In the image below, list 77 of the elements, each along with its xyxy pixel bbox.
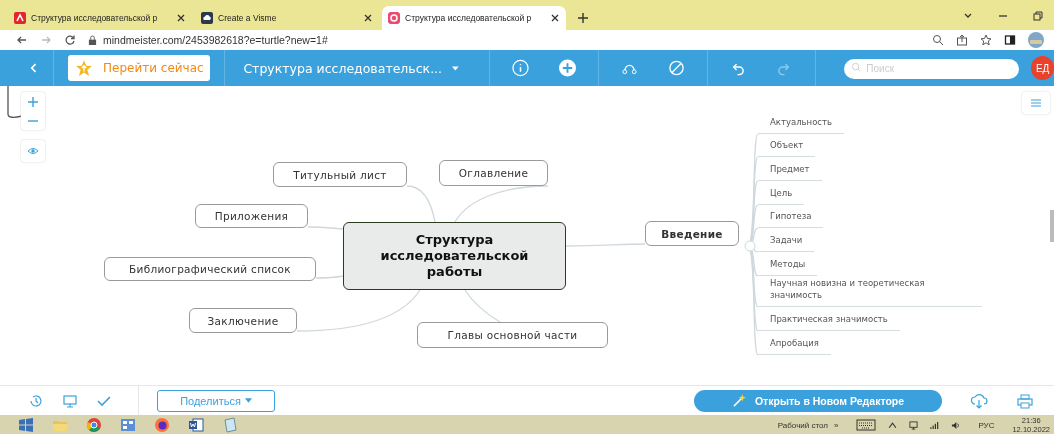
search-icon [851, 62, 863, 73]
ring-icon [388, 12, 400, 24]
connector-line [406, 185, 436, 223]
topic-node[interactable]: Введение [645, 221, 739, 246]
desktop-label[interactable]: Рабочий стол [777, 420, 828, 430]
browser-icon[interactable] [86, 417, 102, 433]
browser-tab[interactable]: Структура исследовательской р [8, 6, 192, 30]
subtopic[interactable]: Научная новизна и теоретическая значимость [758, 277, 982, 307]
browser-tab[interactable]: Create a Visme [195, 6, 379, 30]
document-app-icon[interactable] [188, 417, 204, 433]
fox-browser-icon[interactable] [154, 417, 170, 433]
printer-icon[interactable] [1016, 392, 1034, 409]
signal-bars-icon[interactable] [930, 420, 940, 430]
eye-icon [27, 145, 39, 157]
back-icon[interactable] [16, 34, 28, 46]
caret-icon[interactable] [452, 65, 459, 71]
new-tab-icon[interactable] [577, 12, 589, 24]
star-icon [75, 59, 94, 77]
subtopic[interactable]: Предмет [758, 163, 822, 181]
speaker-icon[interactable] [951, 420, 961, 430]
topic-node[interactable]: Библиографический список [104, 257, 316, 281]
user-avatar[interactable]: ЕД [1031, 56, 1054, 80]
share-icon[interactable] [956, 34, 968, 46]
caret-up-icon[interactable] [888, 420, 898, 430]
subtopic[interactable]: Практическая значимость [758, 313, 900, 331]
zoom-icon[interactable] [932, 34, 944, 46]
cloud-download-icon[interactable] [970, 392, 988, 409]
info-icon[interactable] [511, 59, 529, 77]
menu-icon [1030, 97, 1042, 109]
topic-node[interactable]: Оглавление [439, 160, 548, 186]
connector-line [307, 226, 344, 230]
focus-button[interactable] [21, 140, 45, 162]
connector-line [464, 289, 501, 323]
reload-icon[interactable] [64, 34, 76, 46]
restore-icon[interactable] [1032, 10, 1044, 22]
subtopic[interactable]: Цель [758, 187, 805, 205]
keyboard-icon[interactable] [856, 419, 877, 431]
history-icon[interactable] [28, 392, 44, 409]
forward-icon[interactable] [40, 34, 52, 46]
topic-node[interactable]: Титульный лист [273, 162, 407, 187]
topic-node[interactable]: Главы основной части [417, 322, 608, 348]
network-icon[interactable] [909, 420, 919, 430]
lock-icon [88, 34, 97, 46]
magic-wand-icon [731, 393, 747, 408]
notepad-icon[interactable] [222, 417, 238, 433]
add-icon[interactable] [558, 59, 576, 77]
url-text[interactable]: mindmeister.com/2453982618?e=turtle?new=1# [103, 34, 328, 46]
close-icon[interactable] [176, 13, 186, 23]
sidebar-icon[interactable] [1004, 34, 1016, 46]
window-grid-icon[interactable] [120, 417, 136, 433]
central-topic[interactable]: Структура исследовательской работы [343, 222, 566, 290]
overflow-chevron[interactable]: » [833, 420, 839, 430]
cloud-icon [201, 12, 213, 24]
subtopic[interactable]: Объект [758, 139, 816, 157]
subtopic[interactable]: Апробация [758, 337, 831, 355]
close-icon[interactable] [363, 13, 373, 23]
browser-tab[interactable]: Структура исследовательской р [382, 6, 566, 30]
subtopic[interactable]: Задачи [758, 234, 815, 252]
connector-line [315, 275, 344, 279]
prohibited-icon[interactable] [667, 59, 685, 77]
close-icon[interactable] [550, 13, 560, 23]
subtopic[interactable]: Гипотеза [758, 210, 824, 228]
profile-icon[interactable] [1028, 32, 1044, 48]
scrollbar-thumb[interactable] [1050, 210, 1054, 242]
windows-logo-icon[interactable] [18, 417, 34, 433]
monitor-icon[interactable] [62, 392, 78, 409]
connector-line [7, 86, 23, 118]
topic-node[interactable]: Приложения [195, 204, 308, 228]
topic-node[interactable]: Заключение [189, 308, 297, 333]
star-icon[interactable] [980, 34, 992, 46]
zoom-in-icon[interactable] [27, 95, 39, 108]
collapse-handle[interactable] [744, 240, 756, 252]
language-indicator[interactable]: РУС [978, 420, 995, 430]
subtopic[interactable]: Методы [758, 258, 818, 276]
subtopic[interactable]: Актуальность [758, 116, 844, 134]
caret-icon [244, 398, 252, 403]
logo-icon [14, 12, 26, 24]
